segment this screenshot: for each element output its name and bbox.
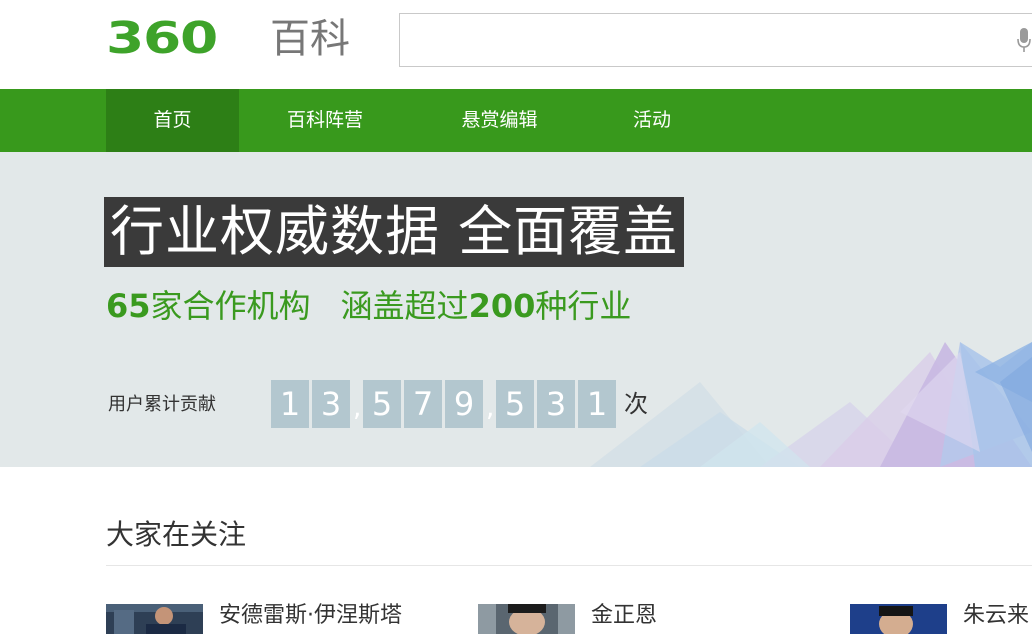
counter-char: 5	[363, 380, 401, 428]
search-box	[399, 13, 1032, 67]
industry-text-prefix: 涵盖超过	[340, 287, 469, 325]
counter-char: 3	[312, 380, 350, 428]
nav-item-activity[interactable]: 活动	[607, 89, 697, 152]
counter-char: 1	[271, 380, 309, 428]
partner-count: 65	[106, 287, 151, 325]
logo-number: 360	[106, 13, 218, 64]
counter-char: 9	[445, 380, 483, 428]
nav-item-bounty-edit[interactable]: 悬赏编辑	[433, 89, 566, 152]
hero-banner: 行业权威数据 全面覆盖 65家合作机构 涵盖超过200种行业 用户累计贡献 1 3…	[0, 152, 1032, 467]
counter-char: 7	[404, 380, 442, 428]
main-nav: 首页 百科阵营 悬赏编辑 活动	[0, 89, 1032, 152]
section-divider	[106, 565, 1032, 566]
counter-char: ,	[353, 393, 362, 423]
banner-subline: 65家合作机构 涵盖超过200种行业	[106, 286, 631, 326]
banner-headline: 行业权威数据 全面覆盖	[104, 197, 685, 267]
section-title: 大家在关注	[106, 518, 247, 551]
counter-char: 5	[496, 380, 534, 428]
person-thumbnail[interactable]	[478, 604, 575, 634]
person-thumbnail[interactable]	[106, 604, 203, 634]
partner-text: 家合作机构	[150, 287, 311, 325]
person-card[interactable]: 金正恩	[478, 602, 818, 644]
counter-char: 3	[537, 380, 575, 428]
nav-item-home[interactable]: 首页	[106, 89, 239, 152]
person-name[interactable]: 金正恩	[591, 602, 657, 630]
counter-char: ,	[486, 393, 495, 423]
contribution-counter: 1 3 , 5 7 9 , 5 3 1 次	[271, 380, 648, 428]
counter-char: 1	[578, 380, 616, 428]
industry-count: 200	[468, 287, 536, 325]
microphone-icon[interactable]	[1017, 28, 1031, 54]
person-thumbnail[interactable]	[850, 604, 947, 634]
contribution-label: 用户累计贡献	[108, 394, 216, 415]
search-input[interactable]	[400, 14, 1032, 66]
logo[interactable]: 360 百科	[106, 13, 350, 64]
industry-text-suffix: 种行业	[535, 287, 632, 325]
person-card[interactable]: 朱云来	[850, 602, 1032, 644]
person-name[interactable]: 安德雷斯·伊涅斯塔	[219, 602, 402, 630]
nav-item-camp[interactable]: 百科阵营	[262, 89, 388, 152]
person-card[interactable]: 安德雷斯·伊涅斯塔	[106, 602, 446, 644]
counter-unit: 次	[624, 390, 648, 418]
person-name[interactable]: 朱云来	[963, 602, 1029, 630]
header: 360 百科	[0, 0, 1032, 89]
